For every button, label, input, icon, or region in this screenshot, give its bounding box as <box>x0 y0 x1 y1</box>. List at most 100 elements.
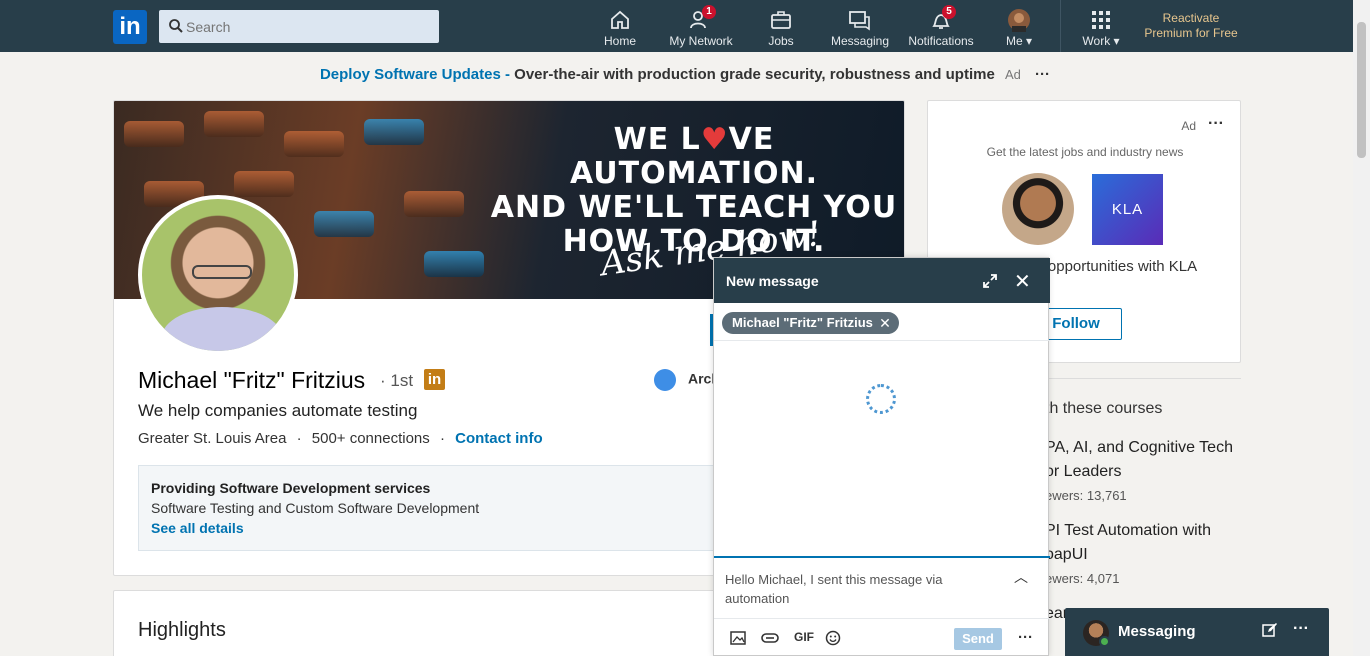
linkedin-member-icon: in <box>424 369 445 390</box>
top-ad-text[interactable]: Over-the-air with production grade secur… <box>514 66 995 83</box>
top-ad-link[interactable]: Deploy Software Updates - <box>320 66 510 83</box>
course-viewers: ewers: 13,761 <box>1045 488 1127 503</box>
nav-home[interactable]: Home <box>600 0 640 52</box>
avatar-icon <box>1008 9 1030 32</box>
profile-location: Greater St. Louis Area <box>138 430 287 447</box>
notifications-badge: 5 <box>942 5 956 19</box>
chevron-down-icon: ▾ <box>1113 34 1120 48</box>
search-box[interactable] <box>159 10 439 43</box>
image-icon[interactable] <box>730 631 746 645</box>
banner-key <box>204 111 264 137</box>
company-logo-icon <box>654 369 676 391</box>
briefcase-icon <box>771 11 791 29</box>
profile-connections[interactable]: 500+ connections <box>312 430 430 447</box>
top-nav: in Home 1 My Network Jobs Messaging 5 No… <box>0 0 1370 52</box>
banner-key <box>234 171 294 197</box>
compose-icon[interactable] <box>1262 622 1278 638</box>
nav-home-label: Home <box>603 34 636 48</box>
contact-info-link[interactable]: Contact info <box>455 430 543 447</box>
expand-icon[interactable] <box>982 273 998 289</box>
course-item[interactable]: PI Test Automation with oapUI ewers: 4,0… <box>1045 519 1241 586</box>
attach-icon[interactable] <box>761 632 779 644</box>
nav-my-network-label: My Network <box>669 34 733 48</box>
banner-key <box>404 191 464 217</box>
scrollbar-thumb[interactable] <box>1357 22 1366 158</box>
profile-location-line: Greater St. Louis Area · 500+ connection… <box>138 430 543 447</box>
search-icon <box>169 19 183 33</box>
messaging-bar[interactable]: Messaging ··· <box>1065 608 1329 656</box>
work-label-text: Work <box>1082 34 1111 48</box>
heart-icon: ♥ <box>700 122 729 157</box>
messaging-title: Messaging <box>1118 623 1196 640</box>
close-icon[interactable]: ✕ <box>1014 269 1031 294</box>
chat-title: New message <box>726 273 819 289</box>
compose-area: ︿ <box>714 556 1050 618</box>
banner-line-2: AND WE'LL TEACH YOU <box>490 190 898 225</box>
banner-line-1: WE L♥VE AUTOMATION. <box>484 123 904 191</box>
compose-toolbar: GIF Send ··· <box>714 618 1050 656</box>
right-ad-more-icon[interactable]: ··· <box>1208 115 1224 133</box>
ad-member-photo <box>1002 173 1074 245</box>
network-badge: 1 <box>702 5 716 19</box>
course-viewers: ewers: 4,071 <box>1045 571 1120 586</box>
profile-name: Michael "Fritz" Fritzius <box>138 367 366 393</box>
nav-me[interactable]: Me ▾ <box>998 0 1040 52</box>
nav-jobs[interactable]: Jobs <box>764 0 798 52</box>
services-box: Providing Software Development services … <box>138 465 798 551</box>
highlights-title: Highlights <box>138 619 226 641</box>
message-input[interactable] <box>725 570 1005 614</box>
right-ad-subtitle: Get the latest jobs and industry news <box>986 145 1184 159</box>
course-item[interactable]: PA, AI, and Cognitive Tech or Leaders ew… <box>1045 436 1241 503</box>
top-ad-more-icon[interactable]: ··· <box>1035 66 1050 83</box>
profile-headline: We help companies automate testing <box>138 401 418 420</box>
page-scrollbar[interactable] <box>1353 0 1370 656</box>
banner-line-1a: WE L <box>613 122 701 157</box>
company-entry[interactable]: Arch <box>654 369 720 391</box>
loading-spinner-icon <box>866 384 896 414</box>
chevron-down-icon: ▾ <box>1025 34 1033 48</box>
home-icon <box>611 10 629 29</box>
nav-notifications[interactable]: 5 Notifications <box>905 0 977 52</box>
online-status-icon <box>1099 636 1110 647</box>
nav-my-network[interactable]: 1 My Network <box>665 0 737 52</box>
recipient-name: Michael "Fritz" Fritzius <box>732 315 873 330</box>
chat-header[interactable]: New message ✕ <box>714 258 1050 303</box>
messaging-icon <box>849 11 870 31</box>
banner-key <box>314 211 374 237</box>
profile-photo[interactable] <box>138 195 298 355</box>
emoji-icon[interactable] <box>825 630 841 646</box>
more-options-icon[interactable]: ··· <box>1018 629 1033 646</box>
recipient-chip: Michael "Fritz" Fritzius ✕ <box>722 312 899 334</box>
nav-messaging[interactable]: Messaging <box>829 0 891 52</box>
nav-work-label: Work ▾ <box>1076 34 1126 48</box>
courses-heading: th these courses <box>1045 400 1163 417</box>
remove-recipient-icon[interactable]: ✕ <box>879 312 891 334</box>
linkedin-logo[interactable]: in <box>113 10 147 44</box>
send-button[interactable]: Send <box>954 628 1002 650</box>
top-ad: Deploy Software Updates - Over-the-air w… <box>0 66 1370 83</box>
me-label-text: Me <box>1005 34 1023 48</box>
connection-degree: · 1st <box>380 371 414 390</box>
see-all-details-link[interactable]: See all details <box>151 520 244 536</box>
course-title: PI Test Automation with oapUI <box>1045 522 1212 563</box>
top-ad-label: Ad <box>1004 67 1021 82</box>
nav-divider <box>1060 0 1061 52</box>
banner-key <box>364 119 424 145</box>
kla-logo[interactable]: KLA <box>1092 174 1163 245</box>
services-subtitle: Software Testing and Custom Software Dev… <box>151 500 480 516</box>
right-ad-label: Ad <box>1181 119 1196 133</box>
separator: · <box>296 430 302 447</box>
banner-key <box>424 251 484 277</box>
recipient-field[interactable]: Michael "Fritz" Fritzius ✕ <box>714 303 1050 341</box>
messaging-more-icon[interactable]: ··· <box>1293 620 1309 638</box>
services-title: Providing Software Development services <box>151 480 431 496</box>
search-input[interactable] <box>186 10 426 43</box>
grid-icon <box>1092 11 1110 29</box>
gif-icon[interactable]: GIF <box>794 630 814 644</box>
nav-notifications-label: Notifications <box>908 34 974 48</box>
chevron-up-icon[interactable]: ︿ <box>1014 567 1028 587</box>
course-title: PA, AI, and Cognitive Tech or Leaders <box>1045 439 1233 480</box>
nav-messaging-label: Messaging <box>830 34 890 48</box>
premium-link[interactable]: Reactivate Premium for Free <box>1140 11 1242 41</box>
nav-work[interactable]: Work ▾ <box>1076 0 1126 52</box>
